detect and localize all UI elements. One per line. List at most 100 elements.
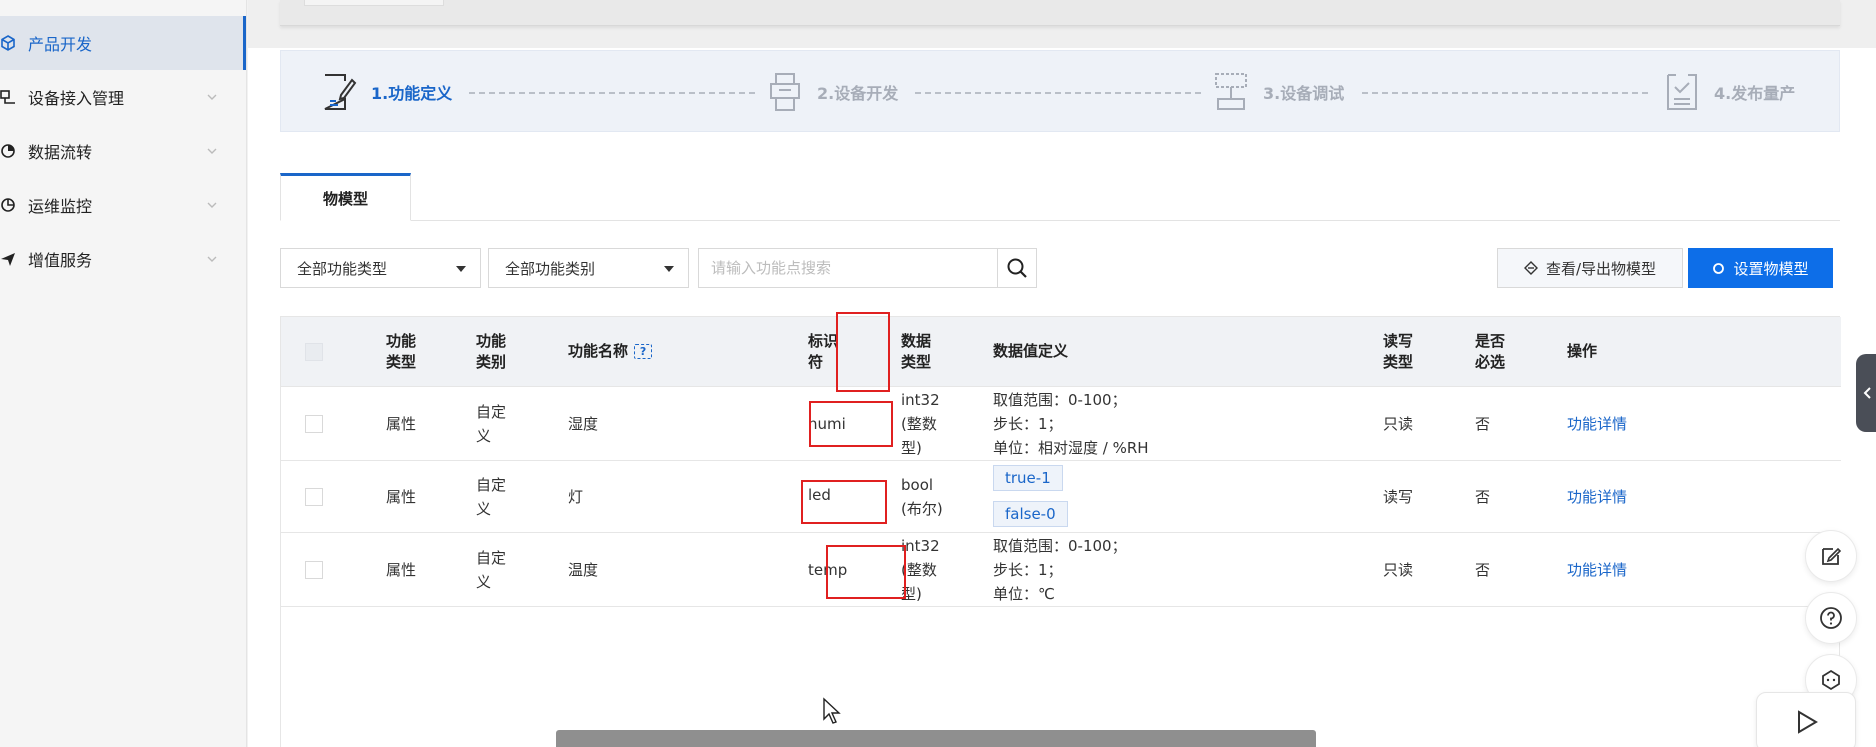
def-line: 取值范围：0-100； xyxy=(993,537,1127,555)
sidebar-item-product-dev[interactable]: 产品开发 xyxy=(0,16,246,70)
mouse-cursor-icon xyxy=(823,697,841,724)
printer-icon xyxy=(770,73,800,111)
step-function-define[interactable]: 1.功能定义 xyxy=(321,71,452,113)
table-row: 属性 自定 义 灯 led bool (布尔) true-1 false-0 读… xyxy=(281,461,1841,533)
col-func-category: 功能 类别 xyxy=(476,332,507,371)
subtitle-overlay xyxy=(556,730,1316,747)
collapse-panel-tab[interactable] xyxy=(1856,354,1876,432)
button-label: 查看/导出物模型 xyxy=(1545,259,1657,278)
cell-rw: 只读 xyxy=(1383,415,1414,433)
main-content: 1.功能定义 2.设备开发 3.设备调试 4.发布量产 物模型 全部功能类型 全… xyxy=(248,0,1876,747)
cell-type: 属性 xyxy=(386,415,417,433)
function-type-select[interactable]: 全部功能类型 xyxy=(280,248,481,288)
chart-icon xyxy=(1,198,15,212)
col-func-type: 功能 类型 xyxy=(386,332,417,371)
cell-data-def: true-1 false-0 xyxy=(993,465,1068,527)
export-icon xyxy=(1523,261,1538,275)
def-line: 步长：1； xyxy=(993,415,1063,433)
sidebar-item-label: 运维监控 xyxy=(28,197,93,216)
edit-doc-icon xyxy=(324,74,357,110)
progress-steps: 1.功能定义 2.设备开发 3.设备调试 4.发布量产 xyxy=(280,50,1840,132)
step-label: 4.发布量产 xyxy=(1714,84,1796,103)
top-card-tab xyxy=(304,0,444,6)
sidebar-item-label: 数据流转 xyxy=(28,143,93,162)
cell-data-type: int32 (整数 型) xyxy=(901,391,940,457)
flow-icon xyxy=(1,144,15,158)
sidebar-item-device-access[interactable]: 设备接入管理 xyxy=(0,70,246,124)
cell-type: 属性 xyxy=(386,561,417,579)
video-player-button[interactable] xyxy=(1756,692,1856,747)
cell-data-def: 取值范围：0-100； 步长：1； 单位：相对湿度 / %RH xyxy=(993,388,1149,460)
cell-rw: 只读 xyxy=(1383,561,1414,579)
col-data-def: 数据值定义 xyxy=(993,342,1069,360)
select-value: 全部功能类型 xyxy=(297,259,388,278)
def-line: 步长：1； xyxy=(993,561,1063,579)
col-rw-type: 读写 类型 xyxy=(1383,332,1414,371)
step-label: 2.设备开发 xyxy=(817,84,899,103)
def-line: 取值范围：0-100； xyxy=(993,391,1127,409)
cell-data-type: int32 (整数 型) xyxy=(901,537,940,603)
sidebar-item-label: 产品开发 xyxy=(28,35,93,54)
row-checkbox[interactable] xyxy=(305,488,323,506)
cell-data-def: 取值范围：0-100； 步长：1； 单位：℃ xyxy=(993,534,1127,606)
function-detail-link[interactable]: 功能详情 xyxy=(1567,412,1627,436)
send-icon xyxy=(1,253,15,266)
cell-rw: 读写 xyxy=(1383,488,1414,506)
sidebar-item-value-service[interactable]: 增值服务 xyxy=(0,232,246,286)
question-icon xyxy=(1820,607,1842,629)
col-identifier: 标识 符 xyxy=(808,332,839,371)
set-model-button[interactable]: 设置物模型 xyxy=(1688,248,1833,288)
col-data-type: 数据 类型 xyxy=(901,332,932,371)
sidebar-item-label: 设备接入管理 xyxy=(28,89,125,108)
function-category-select[interactable]: 全部功能类别 xyxy=(488,248,689,288)
step-device-debug[interactable]: 3.设备调试 xyxy=(1213,71,1344,113)
robot-icon xyxy=(1822,669,1840,691)
sidebar-item-label: 增值服务 xyxy=(28,251,93,270)
function-detail-link[interactable]: 功能详情 xyxy=(1567,558,1627,582)
help-button[interactable] xyxy=(1805,592,1857,644)
highlight-box xyxy=(801,480,887,524)
def-line: 单位：相对湿度 / %RH xyxy=(993,439,1149,457)
step-connector xyxy=(1362,92,1648,94)
highlight-box xyxy=(826,545,906,599)
cell-category: 自定 义 xyxy=(476,476,507,518)
chevron-down-icon xyxy=(207,94,217,100)
col-func-name-label: 功能名称 xyxy=(568,342,629,360)
cell-required: 否 xyxy=(1475,415,1491,433)
view-export-model-button[interactable]: 查看/导出物模型 xyxy=(1497,248,1683,288)
publish-icon xyxy=(1667,74,1697,110)
debug-icon xyxy=(1215,73,1247,110)
tab-thing-model[interactable]: 物模型 xyxy=(280,173,411,221)
search-button[interactable] xyxy=(997,248,1037,288)
feedback-button[interactable] xyxy=(1805,530,1857,582)
col-func-name: 功能名称? xyxy=(568,341,653,362)
function-detail-link[interactable]: 功能详情 xyxy=(1567,485,1627,509)
edit-icon xyxy=(1822,547,1842,565)
cell-data-type: bool (布尔) xyxy=(901,476,943,518)
select-all-checkbox[interactable] xyxy=(305,343,323,361)
sidebar-item-ops-monitor[interactable]: 运维监控 xyxy=(0,178,246,232)
cell-category: 自定 义 xyxy=(476,403,507,445)
step-label: 3.设备调试 xyxy=(1263,84,1345,103)
search-input[interactable] xyxy=(698,248,998,288)
enum-tag: false-0 xyxy=(993,501,1068,527)
cell-type: 属性 xyxy=(386,488,417,506)
table-row: 属性 自定 义 温度 temp int32 (整数 型) 取值范围：0-100；… xyxy=(281,533,1841,607)
sidebar-item-data-flow[interactable]: 数据流转 xyxy=(0,124,246,178)
chevron-down-icon xyxy=(207,148,217,154)
highlight-box xyxy=(836,312,890,392)
row-checkbox[interactable] xyxy=(305,561,323,579)
step-connector xyxy=(915,92,1201,94)
row-checkbox[interactable] xyxy=(305,415,323,433)
cell-name: 温度 xyxy=(568,561,599,579)
gear-icon xyxy=(1713,262,1725,274)
chevron-down-icon xyxy=(207,256,217,262)
step-device-dev[interactable]: 2.设备开发 xyxy=(767,71,898,113)
play-icon xyxy=(1798,710,1818,734)
sidebar: 产品开发 设备接入管理 数据流转 运维监控 增值服务 xyxy=(0,0,247,747)
col-required: 是否 必选 xyxy=(1475,332,1506,371)
top-card xyxy=(280,0,1840,26)
table-header: 功能 类型 功能 类别 功能名称? 标识 符 数据 类型 数据值定义 读写 类型… xyxy=(281,317,1841,387)
help-icon[interactable]: ? xyxy=(634,344,653,359)
step-publish[interactable]: 4.发布量产 xyxy=(1664,71,1795,113)
